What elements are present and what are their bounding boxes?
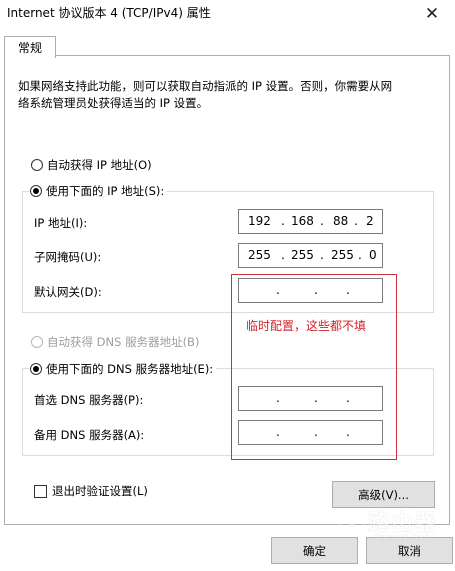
auto-dns-label: 自动获得 DNS 服务器地址(B) — [47, 335, 200, 349]
ip-address-label: IP 地址(I): — [34, 216, 88, 230]
ip-dot: . — [281, 248, 285, 262]
manual-dns-option[interactable]: 使用下面的 DNS 服务器地址(E): — [30, 361, 217, 377]
auto-ip-label: 自动获得 IP 地址(O) — [47, 158, 152, 172]
validate-settings-label: 退出时验证设置(L) — [52, 484, 148, 498]
close-button[interactable]: ✕ — [409, 0, 455, 28]
annotation-highlight-box — [231, 274, 397, 460]
subnet-octet-3: 255 — [331, 248, 354, 262]
ip-octet-4: 2 — [366, 214, 374, 228]
ip-octet-1: 192 — [248, 214, 271, 228]
watermark-subtext: luyouqi.com — [375, 533, 431, 543]
subnet-octet-4: 0 — [369, 248, 377, 262]
ip-dot: . — [281, 214, 285, 228]
auto-dns-option[interactable]: 自动获得 DNS 服务器地址(B) — [31, 334, 199, 350]
subnet-octet-1: 255 — [248, 248, 271, 262]
gateway-label: 默认网关(D): — [34, 285, 102, 299]
ip-octet-2: 168 — [291, 214, 314, 228]
tab-general[interactable]: 常规 — [4, 36, 56, 58]
manual-dns-label: 使用下面的 DNS 服务器地址(E): — [46, 362, 214, 376]
auto-ip-radio[interactable] — [31, 159, 43, 171]
alternate-dns-label: 备用 DNS 服务器(A): — [34, 428, 145, 442]
subnet-mask-field[interactable]: 255 . 255 . 255 . 0 — [238, 243, 383, 268]
subnet-mask-label: 子网掩码(U): — [34, 250, 102, 264]
watermark-logo: 路由器 luyouqi.com — [335, 503, 455, 547]
description-text: 如果网络支持此功能，则可以获取自动指派的 IP 设置。否则，你需要从网 络系统管… — [18, 79, 393, 110]
ip-dot: . — [320, 214, 324, 228]
annotation-text: 临时配置，这些都不填 — [246, 319, 367, 333]
auto-dns-radio[interactable] — [31, 336, 43, 348]
validate-settings-option[interactable]: 退出时验证设置(L) — [34, 483, 148, 499]
preferred-dns-label: 首选 DNS 服务器(P): — [34, 393, 144, 407]
auto-ip-option[interactable]: 自动获得 IP 地址(O) — [31, 157, 152, 173]
subnet-octet-2: 255 — [291, 248, 314, 262]
window-title: Internet 协议版本 4 (TCP/IPv4) 属性 — [7, 6, 211, 20]
manual-ip-radio[interactable] — [30, 185, 42, 197]
ip-octet-3: 88 — [333, 214, 349, 228]
ip-dot: . — [354, 214, 358, 228]
ip-dot: . — [320, 248, 324, 262]
router-logo-icon — [338, 508, 366, 536]
tab-strip: 常规 — [0, 30, 455, 58]
manual-dns-radio[interactable] — [30, 363, 42, 375]
close-icon: ✕ — [424, 4, 440, 24]
manual-ip-label: 使用下面的 IP 地址(S): — [46, 184, 165, 198]
validate-settings-checkbox[interactable] — [34, 484, 47, 498]
ip-dot: . — [358, 248, 362, 262]
title-bar: Internet 协议版本 4 (TCP/IPv4) 属性 ✕ — [0, 0, 455, 30]
ip-address-field[interactable]: 192 . 168 . 88 . 2 — [238, 209, 383, 234]
manual-ip-option[interactable]: 使用下面的 IP 地址(S): — [30, 183, 168, 199]
